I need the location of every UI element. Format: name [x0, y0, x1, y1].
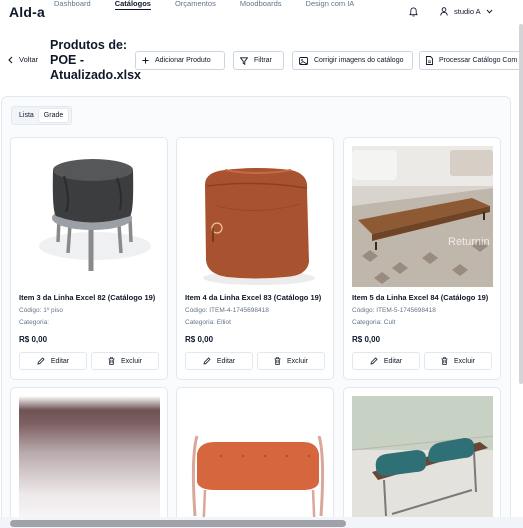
app-brand[interactable]: Ald-a — [9, 4, 45, 20]
user-icon — [440, 7, 448, 16]
nav-design-ia[interactable]: Design com IA — [306, 0, 355, 10]
nav-orcamentos[interactable]: Orçamentos — [175, 0, 216, 10]
edit-label: Editar — [383, 357, 403, 365]
product-code: Código: 1º piso — [19, 307, 63, 314]
vertical-scrollbar[interactable] — [519, 24, 523, 384]
image-icon — [299, 56, 308, 65]
edit-label: Editar — [50, 357, 70, 365]
product-image — [19, 396, 160, 527]
add-product-button[interactable]: Adicionar Produto — [135, 51, 225, 70]
plus-icon — [142, 57, 149, 64]
edit-button[interactable]: Editar — [185, 352, 253, 370]
product-card[interactable] — [176, 387, 334, 528]
process-catalog-label: Processar Catálogo Com — [439, 57, 518, 64]
chevron-down-icon — [486, 9, 493, 14]
product-card[interactable] — [343, 387, 501, 528]
bell-icon[interactable] — [409, 7, 418, 17]
product-code: Código: ITEM-4-1745698418 — [185, 307, 269, 314]
delete-button[interactable]: Excluir — [91, 352, 159, 370]
product-name: Item 4 da Linha Excel 83 (Catálogo 19) — [185, 293, 322, 302]
product-image — [185, 146, 326, 287]
nav-dashboard[interactable]: Dashboard — [54, 0, 91, 10]
pencil-icon — [37, 357, 45, 365]
user-name: studio A — [454, 7, 481, 16]
product-card[interactable] — [10, 387, 168, 528]
toggle-list[interactable]: Lista — [14, 109, 39, 122]
pencil-icon — [203, 357, 211, 365]
filter-label: Filtrar — [254, 57, 272, 64]
image-watermark: Returnin — [448, 236, 490, 248]
trash-icon — [274, 357, 281, 365]
product-card[interactable]: Item 3 da Linha Excel 82 (Catálogo 19) C… — [10, 137, 168, 380]
edit-label: Editar — [216, 357, 236, 365]
pencil-icon — [370, 357, 378, 365]
product-image: Returnin — [352, 146, 493, 287]
user-menu[interactable]: studio A — [440, 7, 499, 16]
fix-images-label: Corrigir imagens do catálogo — [314, 57, 404, 64]
chevron-left-icon — [8, 56, 13, 63]
nav-catalogos[interactable]: Catálogos — [114, 0, 151, 10]
product-card[interactable]: Returnin Item 5 da Linha Excel 84 (Catál… — [343, 137, 501, 380]
main-nav: Dashboard Catálogos Orçamentos Moodboard… — [54, 0, 378, 10]
filter-icon — [240, 56, 248, 65]
filter-button[interactable]: Filtrar — [233, 51, 284, 70]
product-card[interactable]: Item 4 da Linha Excel 83 (Catálogo 19) C… — [176, 137, 334, 380]
product-price: R$ 0,00 — [352, 335, 381, 344]
product-category: Categoria: Cult — [352, 319, 396, 326]
product-image — [19, 146, 160, 287]
horizontal-scrollbar-thumb[interactable] — [10, 520, 346, 527]
delete-button[interactable]: Excluir — [257, 352, 325, 370]
delete-label: Excluir — [453, 357, 475, 365]
product-category: Categoria: Elliot — [185, 319, 231, 326]
trash-icon — [441, 357, 448, 365]
product-image — [352, 396, 493, 527]
product-price: R$ 0,00 — [185, 335, 214, 344]
product-name: Item 5 da Linha Excel 84 (Catálogo 19) — [352, 293, 489, 302]
back-button[interactable]: Voltar — [8, 55, 38, 64]
process-catalog-button[interactable]: Processar Catálogo Com — [419, 51, 523, 70]
product-name: Item 3 da Linha Excel 82 (Catálogo 19) — [19, 293, 156, 302]
edit-button[interactable]: Editar — [352, 352, 420, 370]
back-label: Voltar — [19, 55, 39, 64]
delete-label: Excluir — [286, 357, 308, 365]
product-image — [185, 396, 326, 527]
toggle-grid[interactable]: Grade — [38, 109, 69, 122]
view-toggle: Lista Grade — [11, 106, 72, 125]
page-title: Produtos de: POE - Atualizado.xlsx — [50, 38, 141, 82]
delete-label: Excluir — [120, 357, 142, 365]
product-code: Código: ITEM-5-1745698418 — [352, 307, 436, 314]
file-icon — [426, 56, 433, 65]
fix-images-button[interactable]: Corrigir imagens do catálogo — [292, 51, 413, 70]
top-navbar: Ald-a Dashboard Catálogos Orçamentos Moo… — [0, 0, 523, 26]
add-product-label: Adicionar Produto — [155, 57, 211, 64]
product-category: Categoria: — [19, 319, 49, 326]
trash-icon — [108, 357, 115, 365]
nav-moodboards[interactable]: Moodboards — [240, 0, 282, 10]
edit-button[interactable]: Editar — [19, 352, 87, 370]
product-price: R$ 0,00 — [19, 335, 48, 344]
delete-button[interactable]: Excluir — [424, 352, 492, 370]
